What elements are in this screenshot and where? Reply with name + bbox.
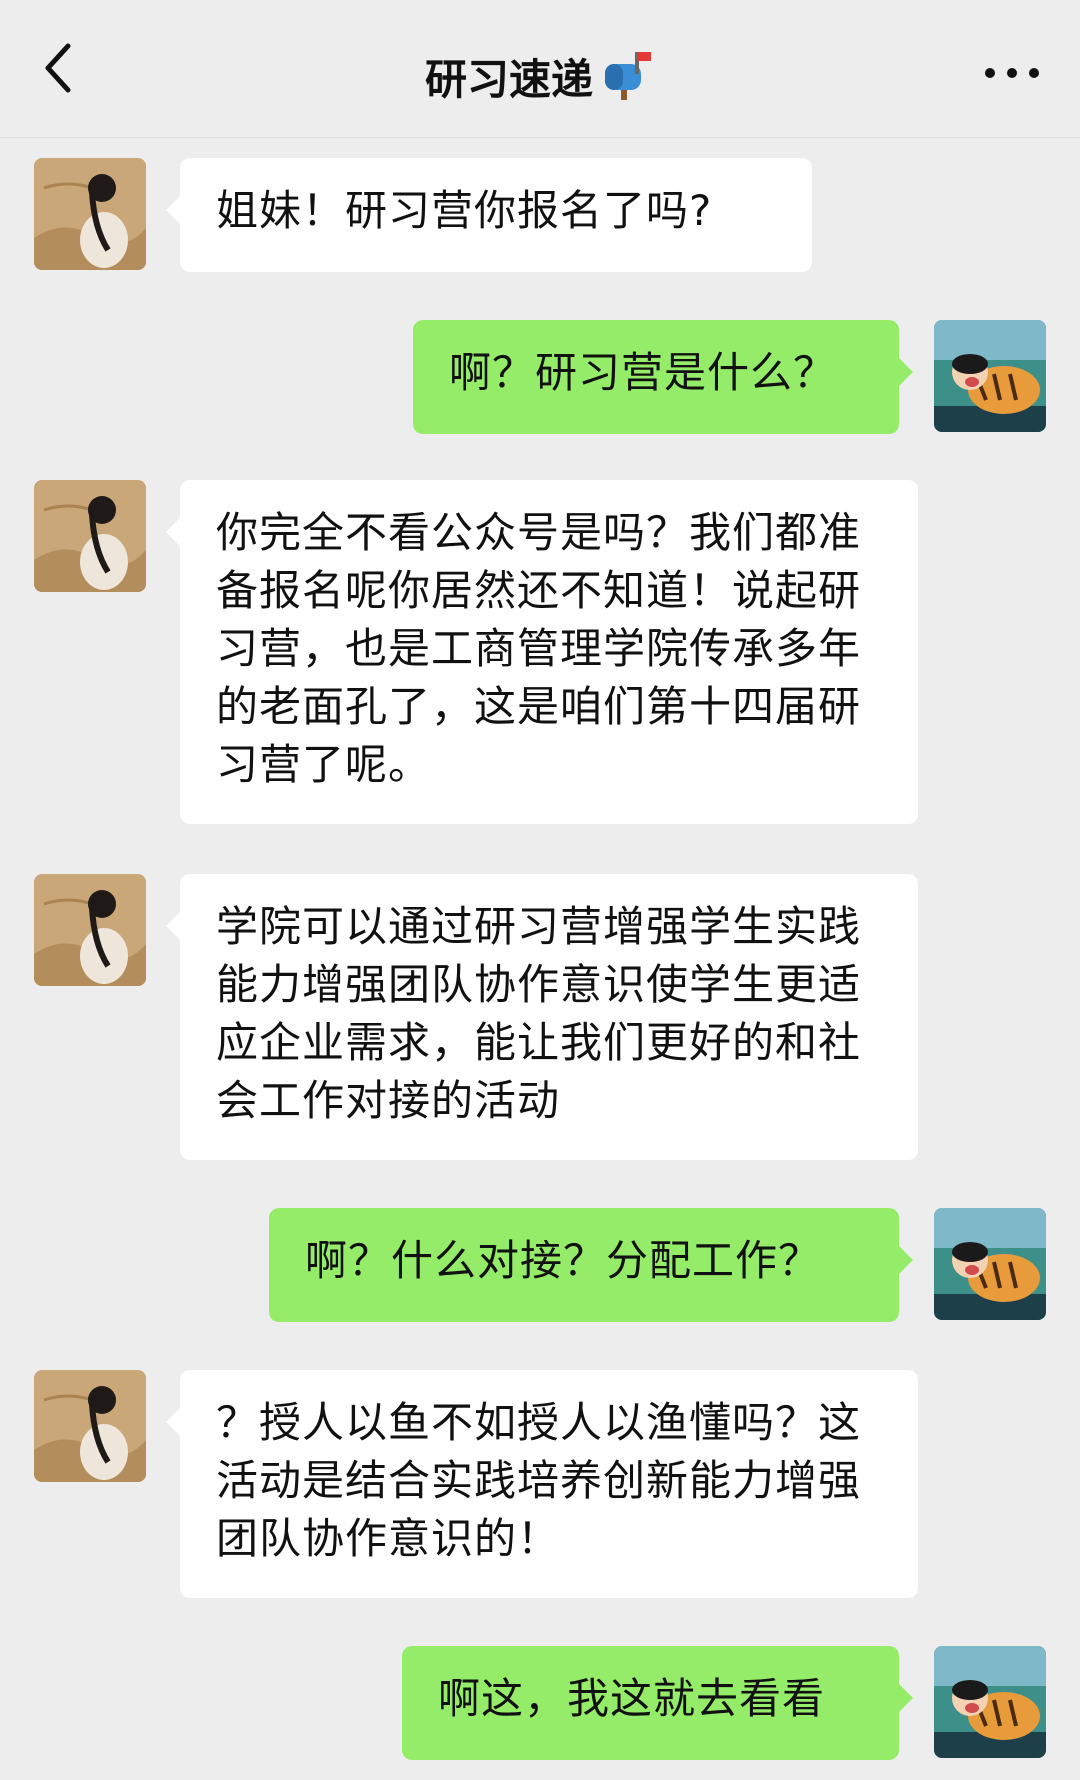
chat-title-text: 研习速递 (424, 55, 593, 104)
chat-screen: 研习速递 姐妹！研习营你报名了吗? 啊？研习营是什么？ 你完全不看公众号是吗？我… (0, 0, 1080, 1780)
chat-header: 研习速递 (0, 0, 1080, 138)
cartoon-boy-with-tiger-avatar[interactable] (934, 1646, 1046, 1758)
chat-title: 研习速递 (0, 46, 1080, 108)
message-text: 啊？研习营是什么？ (449, 348, 837, 397)
message-bubble-friend[interactable]: 学院可以通过研习营增强学生实践能力增强团队协作意识使学生更适应企业需求，能让我们… (166, 874, 918, 1160)
girl-in-white-avatar[interactable] (34, 480, 146, 592)
message-text: 学院可以通过研习营增强学生实践能力增强团队协作意识使学生更适应企业需求，能让我们… (216, 902, 862, 1125)
message-text: 你完全不看公众号是吗？我们都准备报名呢你居然还不知道！说起研习营，也是工商管理学… (216, 508, 862, 789)
message-text: ？授人以鱼不如授人以渔懂吗？这活动是结合实践培养创新能力增强团队协作意识的！ (216, 1398, 862, 1563)
message-text: 啊这，我这就去看看 (438, 1674, 826, 1723)
message-bubble-self[interactable]: 啊这，我这就去看看 (402, 1646, 913, 1760)
message-bubble-self[interactable]: 啊？什么对接？分配工作？ (269, 1208, 913, 1322)
message-text: 啊？什么对接？分配工作？ (305, 1236, 822, 1285)
girl-in-white-avatar[interactable] (34, 874, 146, 986)
girl-in-white-avatar[interactable] (34, 158, 146, 270)
mailbox-icon (605, 52, 651, 100)
girl-in-white-avatar[interactable] (34, 1370, 146, 1482)
cartoon-boy-with-tiger-avatar[interactable] (934, 1208, 1046, 1320)
more-dots-icon[interactable] (980, 56, 1044, 90)
message-text: 姐妹！研习营你报名了吗? (216, 186, 713, 235)
message-bubble-friend[interactable]: ？授人以鱼不如授人以渔懂吗？这活动是结合实践培养创新能力增强团队协作意识的！ (166, 1370, 918, 1598)
message-bubble-friend[interactable]: 姐妹！研习营你报名了吗? (166, 158, 812, 272)
message-bubble-friend[interactable]: 你完全不看公众号是吗？我们都准备报名呢你居然还不知道！说起研习营，也是工商管理学… (166, 480, 918, 824)
cartoon-boy-with-tiger-avatar[interactable] (934, 320, 1046, 432)
message-bubble-self[interactable]: 啊？研习营是什么？ (413, 320, 913, 434)
